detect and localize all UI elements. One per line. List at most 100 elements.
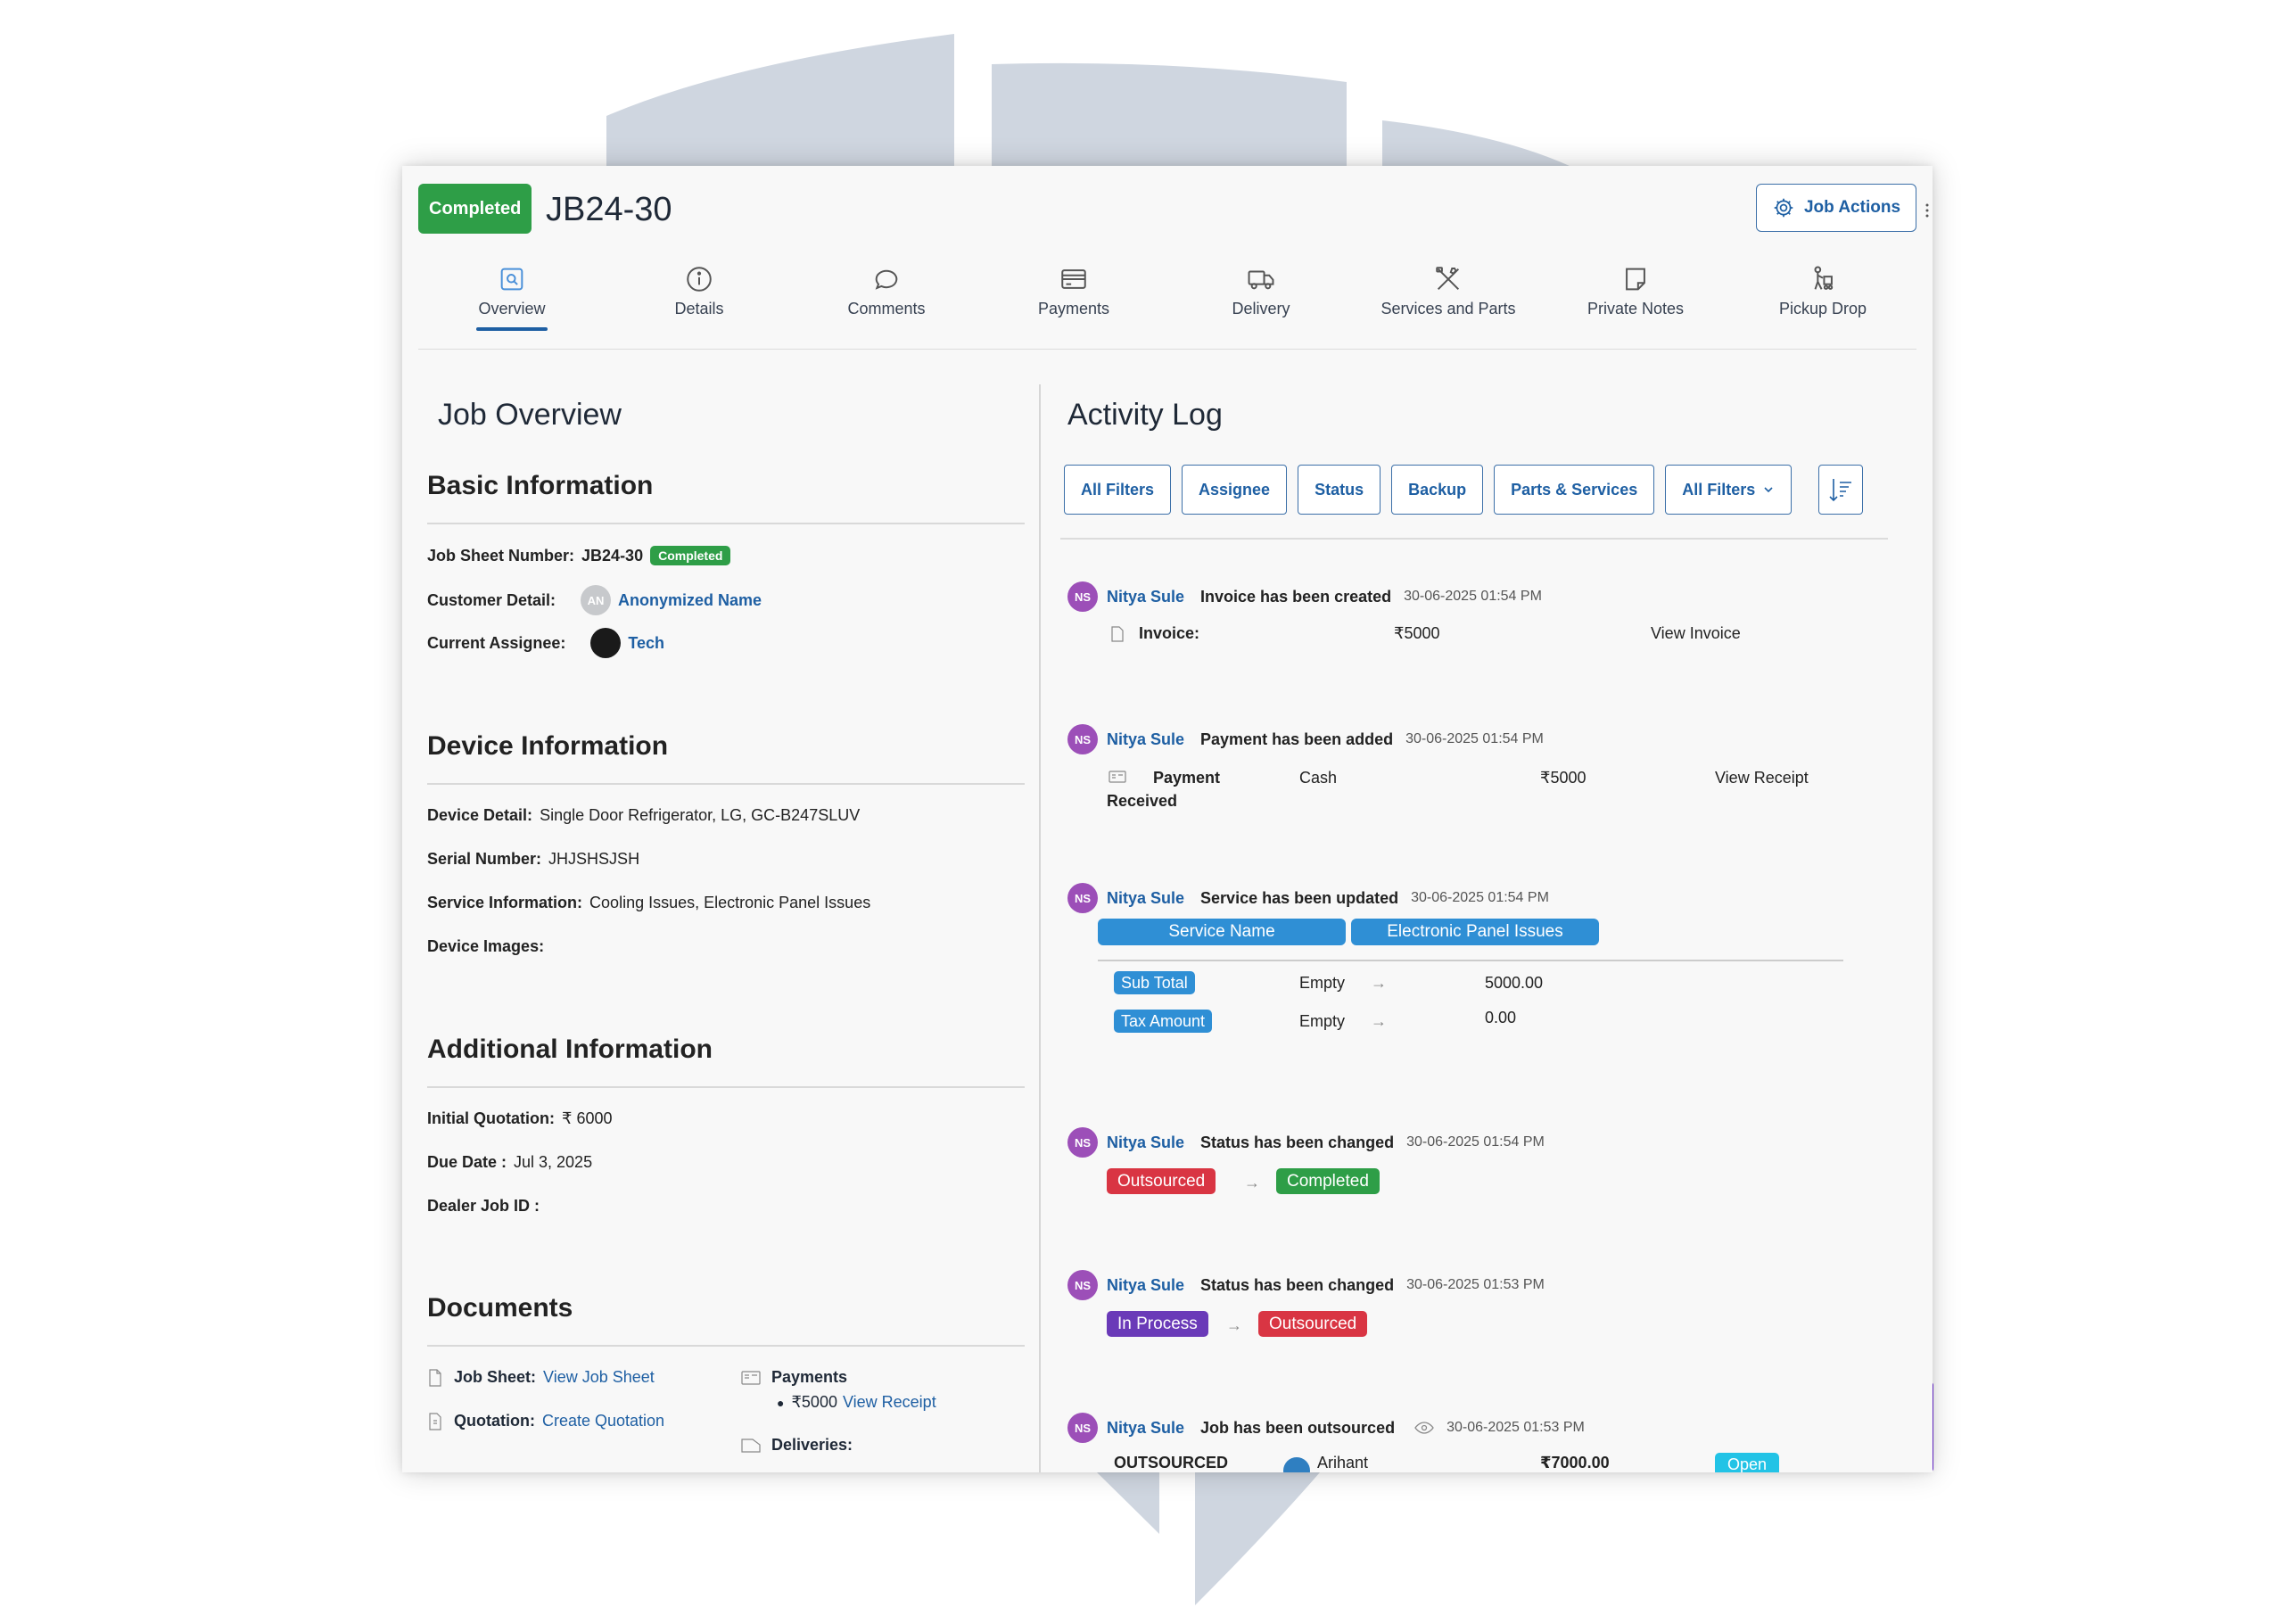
outsourced-label: OUTSOURCED (1114, 1454, 1229, 1471)
current-assignee-field: Current Assignee: Tech (427, 628, 664, 658)
payment-label-line1: Payment (1153, 769, 1221, 787)
filter-parts-services-button[interactable]: Parts & Services (1494, 465, 1655, 515)
tab-comments[interactable]: Comments (793, 264, 980, 349)
tab-services-parts[interactable]: Services and Parts (1355, 264, 1542, 349)
arrow-right-icon: → (1244, 1174, 1260, 1191)
actor-link[interactable]: Nitya Sule (1107, 1276, 1184, 1295)
user-avatar: NS (1067, 1270, 1098, 1300)
actor-link[interactable]: Nitya Sule (1107, 588, 1184, 606)
field-label: Serial Number: (427, 850, 542, 868)
job-actions-button[interactable]: Job Actions (1756, 184, 1916, 232)
tab-payments[interactable]: Payments (980, 264, 1167, 349)
payment-amount: ₹5000 (791, 1393, 837, 1411)
person-cart-icon (1814, 266, 1834, 290)
activity-timestamp: 30-06-2025 01:54 PM (1411, 890, 1549, 905)
invoice-amount: ₹5000 (1394, 624, 1440, 642)
actor-link[interactable]: Nitya Sule (1107, 1419, 1184, 1438)
assignee-name-link[interactable]: Tech (628, 634, 664, 653)
status-to-badge: Completed (1276, 1168, 1380, 1194)
outsource-status: Open (1715, 1453, 1780, 1472)
device-detail-field: Device Detail: Single Door Refrigerator,… (427, 806, 860, 825)
vendor-link[interactable]: Arihant (1317, 1454, 1368, 1472)
view-receipt-link[interactable]: View Receipt (1715, 769, 1809, 787)
filter-assignee-button[interactable]: Assignee (1182, 465, 1288, 515)
activity-log-title: Activity Log (1067, 398, 1223, 432)
payments-doc: Payments (741, 1368, 847, 1387)
tab-overview[interactable]: Overview (418, 264, 606, 349)
activity-entry-header: NS Nitya Sule Job has been outsourced 30… (1067, 1413, 1585, 1443)
serial-number-field: Serial Number: JHJSHSJSH (427, 850, 639, 869)
activity-entry-header: NS Nitya Sule Invoice has been created 3… (1067, 581, 1542, 612)
tab-delivery[interactable]: Delivery (1167, 264, 1355, 349)
tab-label: Payments (1037, 300, 1110, 317)
arrow-right-icon: → (1226, 1316, 1242, 1334)
section-divider (427, 1086, 1025, 1088)
filter-divider (1060, 538, 1888, 540)
tab-private-notes[interactable]: Private Notes (1542, 264, 1729, 349)
service-divider (1098, 960, 1843, 961)
status-from: Outsourced (1107, 1168, 1216, 1194)
view-receipt-link[interactable]: View Receipt (843, 1393, 936, 1412)
job-actions-label: Job Actions (1803, 198, 1901, 217)
filter-status-button[interactable]: Status (1298, 465, 1381, 515)
filter-backup-button[interactable]: Backup (1391, 465, 1484, 515)
job-sheet-number-field: Job Sheet Number: JB24-30 Completed (427, 546, 731, 565)
field-value: JB24-30 (581, 546, 644, 565)
actor-link[interactable]: Nitya Sule (1107, 1134, 1184, 1152)
field-label: Service Information: (427, 894, 583, 911)
job-status-badge: Completed (418, 184, 532, 234)
tab-label: Details (674, 300, 724, 317)
status-from-badge: Outsourced (1107, 1168, 1216, 1194)
activity-timestamp: 30-06-2025 01:54 PM (1405, 731, 1544, 746)
tax-to: 0.00 (1485, 1009, 1517, 1026)
create-quotation-link[interactable]: Create Quotation (542, 1412, 664, 1430)
initial-quotation-field: Initial Quotation: ₹ 6000 (427, 1109, 612, 1128)
truck-icon (1248, 270, 1274, 290)
delivery-doc-icon (741, 1438, 761, 1453)
user-avatar: NS (1067, 581, 1098, 612)
customer-name-link[interactable]: Anonymized Name (618, 591, 762, 610)
payment-method: Cash (1299, 769, 1338, 787)
more-icon[interactable] (1925, 203, 1929, 218)
sort-button[interactable] (1818, 465, 1863, 515)
tax-label: Tax Amount (1114, 1010, 1213, 1033)
activity-timestamp: 30-06-2025 01:54 PM (1404, 589, 1542, 604)
chevron-down-icon (1764, 487, 1773, 493)
subtotal-tag: Sub Total (1114, 971, 1195, 994)
dropdown-label: All Filters (1682, 480, 1756, 499)
activity-entry-header: NS Nitya Sule Payment has been added 30-… (1067, 724, 1544, 754)
arrow-right-icon: → (1371, 1012, 1387, 1030)
search-doc-icon (500, 268, 523, 291)
subtotal-from: Empty (1299, 974, 1346, 992)
activity-entry-header: NS Nitya Sule Status has been changed 30… (1067, 1270, 1545, 1300)
all-filters-dropdown[interactable]: All Filters (1665, 465, 1793, 515)
invoice-label: Invoice: (1139, 624, 1200, 642)
status-from-badge: In Process (1107, 1311, 1208, 1337)
tax-from: Empty (1299, 1012, 1346, 1030)
tab-pickup-drop[interactable]: Pickup Drop (1729, 264, 1916, 349)
activity-message: Invoice has been created (1200, 587, 1392, 606)
tab-bar: Overview Details Comments Payments Deliv… (418, 264, 1916, 350)
section-divider (427, 1345, 1025, 1347)
status-from: In Process (1107, 1311, 1208, 1337)
filter-all-button[interactable]: All Filters (1064, 465, 1172, 515)
user-avatar: NS (1067, 724, 1098, 754)
customer-avatar: AN (581, 585, 612, 615)
activity-message: Job has been outsourced (1200, 1418, 1396, 1437)
view-invoice-link[interactable]: View Invoice (1651, 624, 1741, 643)
field-label: Device Images: (427, 937, 545, 955)
tab-details[interactable]: Details (606, 264, 793, 349)
activity-log-panel: Activity Log All Filters Assignee Status… (1041, 371, 1933, 1472)
field-label: Initial Quotation: (427, 1109, 555, 1127)
receipt-icon (741, 1370, 761, 1385)
device-images-field: Device Images: (427, 937, 544, 956)
view-job-sheet-link[interactable]: View Job Sheet (543, 1368, 655, 1387)
field-label: Customer Detail: (427, 590, 556, 609)
field-value: JHJSHSJSH (548, 850, 640, 868)
service-name-header: Service Name (1098, 919, 1346, 945)
actor-link[interactable]: Nitya Sule (1107, 889, 1184, 908)
subtotal-label: Sub Total (1114, 971, 1195, 994)
field-label: Due Date : (427, 1153, 507, 1171)
actor-link[interactable]: Nitya Sule (1107, 730, 1184, 749)
card-icon (1061, 269, 1086, 289)
